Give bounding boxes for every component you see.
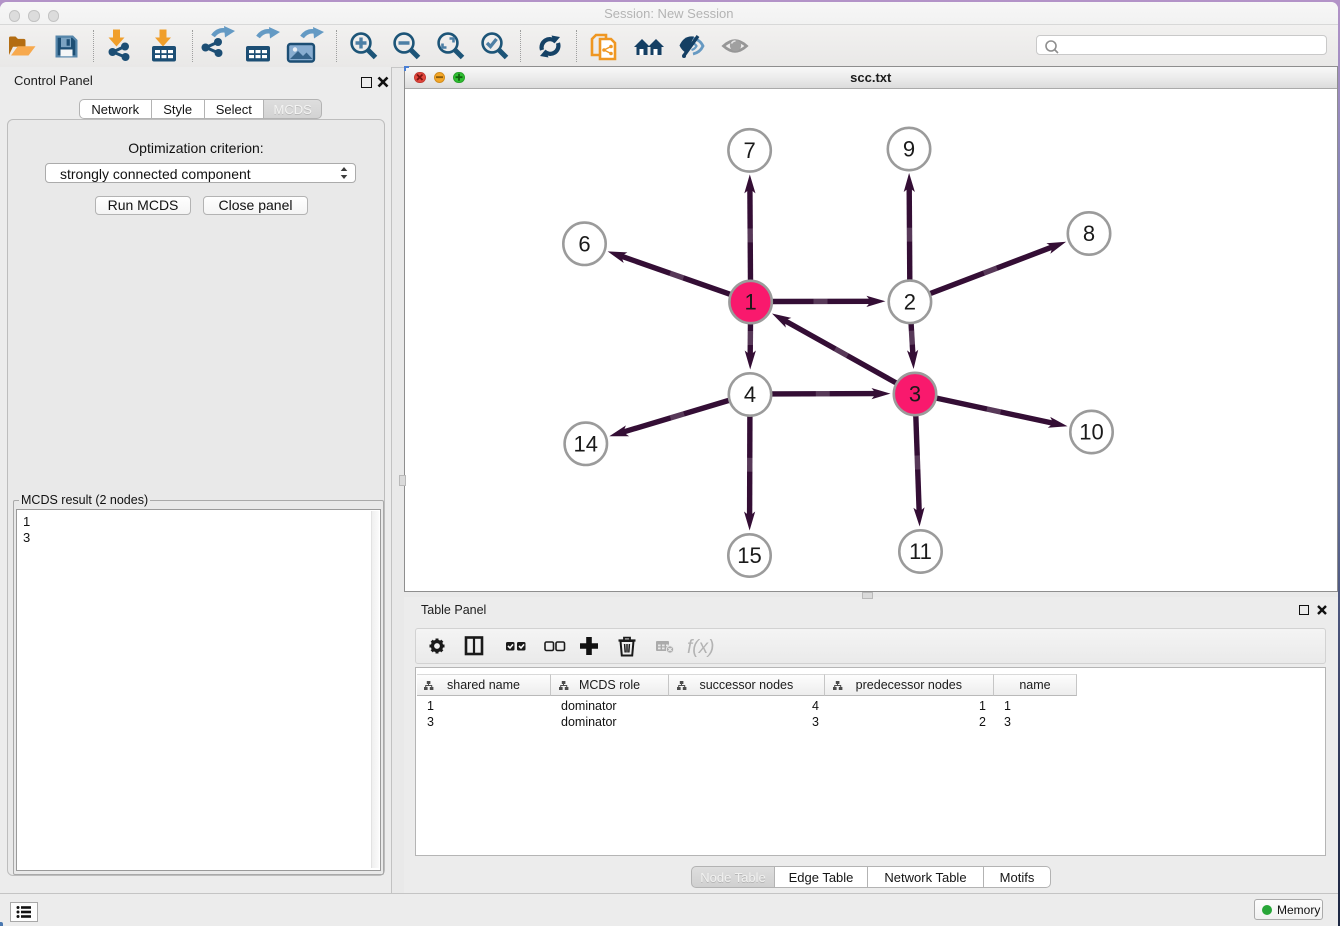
svg-text:3: 3: [909, 381, 921, 406]
svg-text:14: 14: [574, 431, 598, 456]
svg-text:8: 8: [1083, 221, 1095, 246]
svg-text:9: 9: [903, 136, 915, 161]
svg-text:10: 10: [1079, 419, 1103, 444]
svg-text:6: 6: [578, 231, 590, 256]
svg-text:11: 11: [909, 539, 932, 564]
svg-text:15: 15: [737, 543, 761, 568]
svg-text:7: 7: [743, 137, 755, 162]
svg-text:1: 1: [744, 289, 756, 314]
svg-text:4: 4: [744, 382, 756, 407]
svg-text:2: 2: [904, 289, 916, 314]
svg-text:f(x): f(x): [687, 637, 714, 658]
